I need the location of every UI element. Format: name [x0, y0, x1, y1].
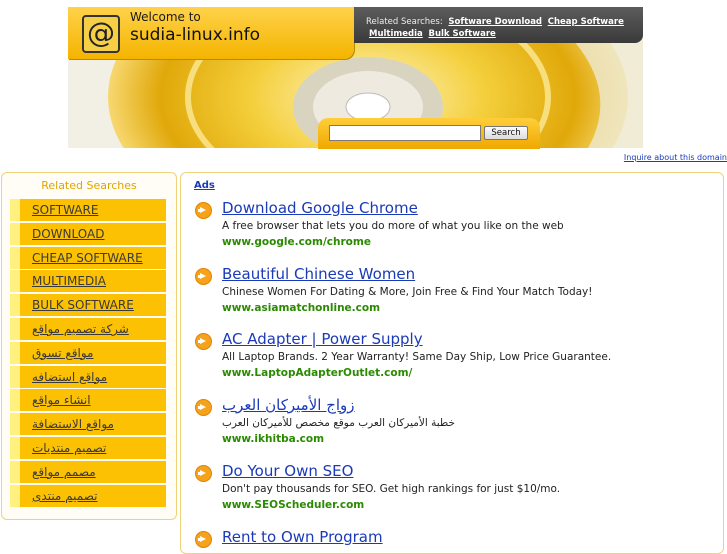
site-logo-box: @ Welcome to sudia-linux.info [68, 7, 354, 59]
ad-url-link[interactable]: www.ikhitba.com [222, 433, 324, 445]
related-searches-list: SOFTWARE DOWNLOAD CHEAP SOFTWARE MULTIME… [10, 199, 166, 508]
ad-title-link[interactable]: زواج الأميركان العرب [222, 396, 355, 414]
related-link-bulk-software[interactable]: Bulk Software [428, 29, 495, 39]
site-name: sudia-linux.info [130, 25, 261, 45]
arrow-right-icon [195, 333, 212, 350]
sidebar-item-arabic-3[interactable]: مواقع استضافه [10, 365, 166, 388]
related-link-software-download[interactable]: Software Download [448, 17, 542, 27]
welcome-text: Welcome to [130, 10, 201, 24]
related-link-multimedia[interactable]: Multimedia [369, 29, 423, 39]
related-searches-title: Related Searches [41, 179, 137, 192]
search-box: Search [318, 118, 540, 149]
at-sign-icon: @ [82, 15, 120, 53]
sidebar-item-arabic-5[interactable]: مواقع الاستضافة [10, 413, 166, 436]
ad-description: A free browser that lets you do more of … [222, 220, 564, 232]
ad-url-link[interactable]: www.SEOScheduler.com [222, 499, 364, 511]
ads-label[interactable]: Ads [194, 180, 215, 191]
arrow-right-icon [195, 202, 212, 219]
ad-title-link[interactable]: Beautiful Chinese Women [222, 265, 415, 283]
ad-title-link[interactable]: Download Google Chrome [222, 199, 418, 217]
sidebar-item-arabic-2[interactable]: مواقع تسوق [10, 341, 166, 364]
ad-description: Chinese Women For Dating & More, Join Fr… [222, 286, 593, 298]
ad-description: Don't pay thousands for SEO. Get high ra… [222, 483, 561, 495]
ad-url-link[interactable]: www.LaptopAdapterOutlet.com/ [222, 367, 412, 379]
sidebar-item-download[interactable]: DOWNLOAD [10, 222, 166, 245]
sidebar-item-arabic-7[interactable]: مصمم مواقع [10, 460, 166, 483]
related-searches-label: Related Searches: [366, 17, 443, 27]
related-searches-panel: Related Searches SOFTWARE DOWNLOAD CHEAP… [1, 172, 177, 520]
ad-title-link[interactable]: AC Adapter | Power Supply [222, 330, 423, 348]
ad-description: خطبة الأميركان العرب موقع مخصص للأميركان… [222, 417, 456, 429]
sidebar-item-bulk-software[interactable]: BULK SOFTWARE [10, 294, 166, 317]
ad-title-link[interactable]: Rent to Own Program [222, 528, 383, 546]
arrow-right-icon [195, 268, 212, 285]
related-link-cheap-software[interactable]: Cheap Software [548, 17, 624, 27]
ads-panel: Ads Download Google Chrome A free browse… [180, 172, 724, 554]
ad-description: All Laptop Brands. 2 Year Warranty! Same… [222, 351, 612, 363]
arrow-right-icon [195, 399, 212, 416]
search-button[interactable]: Search [484, 126, 528, 140]
sidebar-item-arabic-8[interactable]: تصميم منتدى [10, 484, 166, 507]
ad-url-link[interactable]: www.google.com/chrome [222, 236, 371, 248]
ad-title-link[interactable]: Do Your Own SEO [222, 462, 353, 480]
arrow-right-icon [195, 465, 212, 482]
ad-url-link[interactable]: www.asiamatchonline.com [222, 302, 380, 314]
related-searches-bar: Related Searches: Software Download Chea… [354, 7, 643, 43]
sidebar-item-arabic-6[interactable]: تصميم منتديات [10, 436, 166, 459]
inquire-domain-link[interactable]: Inquire about this domain [624, 153, 727, 162]
sidebar-item-cheap-software[interactable]: CHEAP SOFTWARE [10, 246, 166, 269]
sidebar-item-software[interactable]: SOFTWARE [10, 199, 166, 221]
sidebar-item-arabic-4[interactable]: انشاء مواقع [10, 389, 166, 412]
sidebar-item-arabic-1[interactable]: شركة تصميم مواقع [10, 317, 166, 340]
arrow-right-icon [195, 531, 212, 548]
search-input[interactable] [329, 125, 481, 141]
sidebar-item-multimedia[interactable]: MULTIMEDIA [10, 270, 166, 293]
